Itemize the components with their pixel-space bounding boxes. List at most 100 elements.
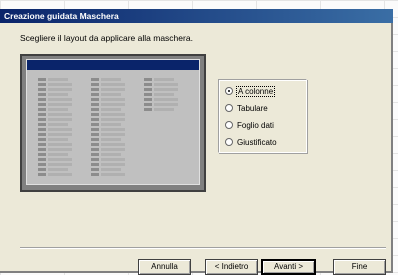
preview-field-bar [48,148,72,151]
preview-label-bar [144,108,152,111]
preview-field-bar [101,78,121,81]
layout-preview [20,54,206,192]
preview-label-bar [91,108,99,111]
preview-label-bar [38,118,46,121]
preview-label-bar [38,143,46,146]
preview-label-bar [38,168,46,171]
preview-label-bar [38,98,46,101]
preview-field-bar [48,118,72,121]
preview-label-bar [91,158,99,161]
form-wizard-dialog: Creazione guidata Maschera Scegliere il … [0,9,393,275]
preview-field-bar [101,83,125,86]
preview-field-bar [154,108,174,111]
preview-field-bar [154,98,178,101]
preview-field-bar [154,83,178,86]
preview-field-bar [154,78,174,81]
layout-option-tabular[interactable]: Tabulare [225,102,268,114]
layout-option-label: Tabulare [237,103,268,113]
preview-field-bar [101,173,125,176]
preview-field-bar [101,168,121,171]
layout-option-columnar[interactable]: A colonne [225,85,276,97]
button-area-divider [20,247,386,249]
finish-button[interactable]: Fine [333,259,386,275]
preview-field-bar [101,133,125,136]
preview-field-bar [101,103,125,106]
cancel-button[interactable]: Annulla [138,259,191,275]
layout-option-label: Foglio dati [237,120,274,130]
preview-field-bar [101,108,121,111]
preview-label-bar [38,163,46,166]
preview-label-bar [91,93,99,96]
preview-header-bar [27,60,199,70]
preview-field-bar [101,123,121,126]
back-button[interactable]: < Indietro [205,259,258,275]
preview-label-bar [144,98,152,101]
layout-option-datasheet[interactable]: Foglio dati [225,119,274,131]
preview-field-bar [48,88,72,91]
preview-label-bar [38,128,46,131]
preview-field-bar [101,98,125,101]
layout-option-label: Giustificato [237,137,277,147]
preview-label-bar [38,173,46,176]
preview-field-bar [48,163,72,166]
preview-label-bar [91,138,99,141]
preview-field-bar [101,148,125,151]
preview-label-bar [144,78,152,81]
next-button[interactable]: Avanti > [261,259,316,275]
layout-option-group: A colonne Tabulare Foglio dati Giustific… [218,79,307,153]
preview-label-bar [38,133,46,136]
preview-label-bar [91,128,99,131]
preview-field-bar [48,158,72,161]
preview-label-bar [144,103,152,106]
preview-label-bar [38,113,46,116]
preview-field-bar [48,143,72,146]
preview-label-bar [144,83,152,86]
preview-field-bar [101,163,125,166]
preview-field-bar [48,78,68,81]
layout-option-label: A colonne [235,85,276,97]
preview-label-bar [38,78,46,81]
preview-field-bar [48,138,68,141]
preview-label-bar [38,153,46,156]
preview-field-bar [154,88,178,91]
preview-label-bar [91,148,99,151]
preview-label-bar [91,103,99,106]
preview-label-bar [91,88,99,91]
preview-label-bar [38,158,46,161]
preview-field-bar [48,103,72,106]
preview-field-bar [101,158,125,161]
preview-label-bar [91,78,99,81]
radio-columnar[interactable] [225,87,233,95]
radio-tabular[interactable] [225,104,233,112]
preview-label-bar [144,93,152,96]
preview-field-bar [48,93,68,96]
preview-label-bar [38,93,46,96]
preview-label-bar [91,113,99,116]
preview-label-bar [91,98,99,101]
preview-label-bar [38,148,46,151]
instruction-text: Scegliere il layout da applicare alla ma… [20,33,193,43]
preview-field-bar [101,118,125,121]
preview-label-bar [91,163,99,166]
radio-justified[interactable] [225,138,233,146]
preview-label-bar [38,138,46,141]
layout-option-justified[interactable]: Giustificato [225,136,277,148]
preview-field-bar [48,108,68,111]
preview-label-bar [91,118,99,121]
preview-field-bar [48,113,72,116]
preview-field-bar [48,133,72,136]
preview-field-bar [101,113,125,116]
preview-field-bar [101,88,125,91]
dialog-title: Creazione guidata Maschera [0,9,393,23]
preview-field-bar [48,173,72,176]
preview-field-bar [101,128,125,131]
preview-field-bar [48,83,72,86]
preview-field-bar [154,93,174,96]
radio-datasheet[interactable] [225,121,233,129]
preview-label-bar [144,88,152,91]
layout-preview-canvas [26,59,200,185]
preview-field-bar [101,153,121,156]
preview-field-bar [101,143,125,146]
preview-label-bar [91,153,99,156]
preview-label-bar [91,173,99,176]
